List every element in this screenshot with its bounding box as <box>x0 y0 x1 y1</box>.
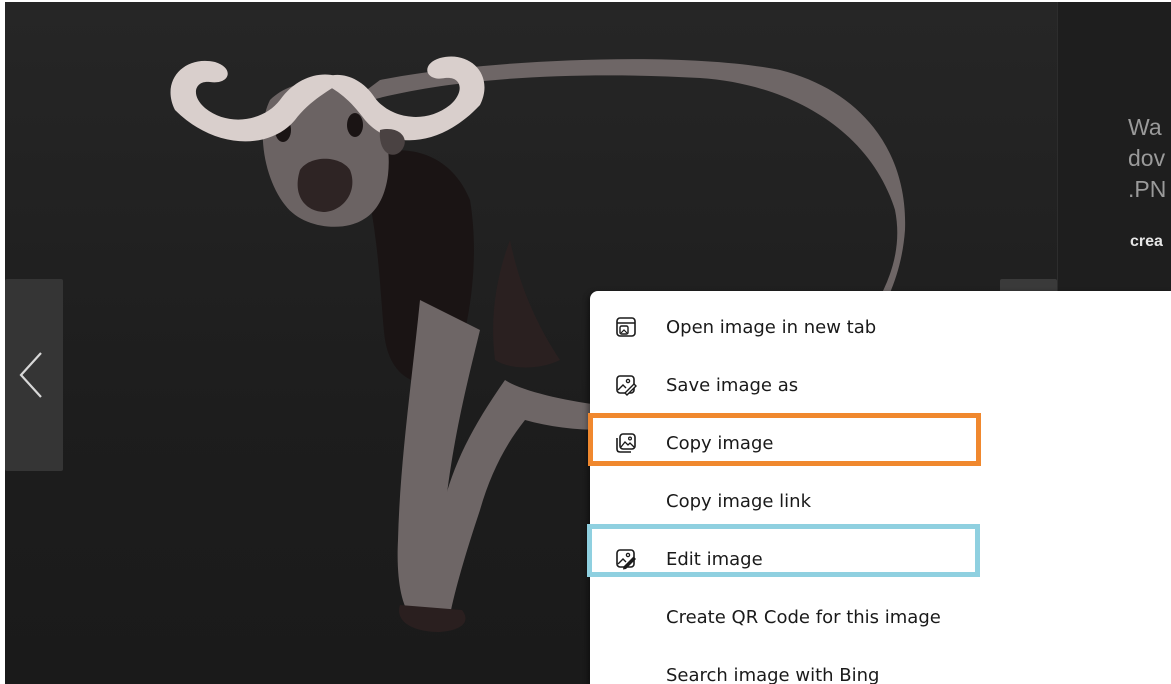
edit-image-icon <box>616 549 636 570</box>
menu-item-save-image-as[interactable]: Save image as <box>590 355 1171 411</box>
menu-item-create-qr-code[interactable]: Create QR Code for this image <box>590 587 1171 643</box>
save-image-icon <box>616 375 637 396</box>
context-menu: Open image in new tab Save image as Copy… <box>590 291 1171 684</box>
open-in-new-tab-icon <box>616 317 636 337</box>
side-text-line: dov <box>1128 145 1166 171</box>
side-text-line: Wa <box>1128 114 1162 140</box>
menu-item-label: Search image with Bing <box>666 665 880 684</box>
menu-item-label: Open image in new tab <box>666 317 877 338</box>
side-text-line: .PN <box>1128 176 1167 202</box>
menu-item-label: Edit image <box>666 549 763 570</box>
menu-item-copy-image[interactable]: Copy image <box>590 413 1171 469</box>
side-description: Wa dov .PN <box>1128 112 1166 205</box>
menu-item-search-with-bing[interactable]: Search image with Bing <box>590 645 1171 684</box>
menu-item-label: Save image as <box>666 375 799 396</box>
menu-item-label: Create QR Code for this image <box>666 607 941 628</box>
browser-image-viewer: Wa dov .PN crea Open image in new tab Sa… <box>0 0 1171 684</box>
menu-item-label: Copy image link <box>666 491 812 512</box>
menu-item-label: Copy image <box>666 433 774 454</box>
side-link[interactable]: crea <box>1130 233 1163 251</box>
menu-item-open-in-new-tab[interactable]: Open image in new tab <box>590 297 1171 353</box>
chevron-left-icon <box>19 352 42 398</box>
menu-item-copy-image-link[interactable]: Copy image link <box>590 471 1171 527</box>
previous-image-button[interactable] <box>5 279 63 471</box>
menu-item-edit-image[interactable]: Edit image <box>590 529 1171 585</box>
copy-image-icon <box>616 433 636 453</box>
